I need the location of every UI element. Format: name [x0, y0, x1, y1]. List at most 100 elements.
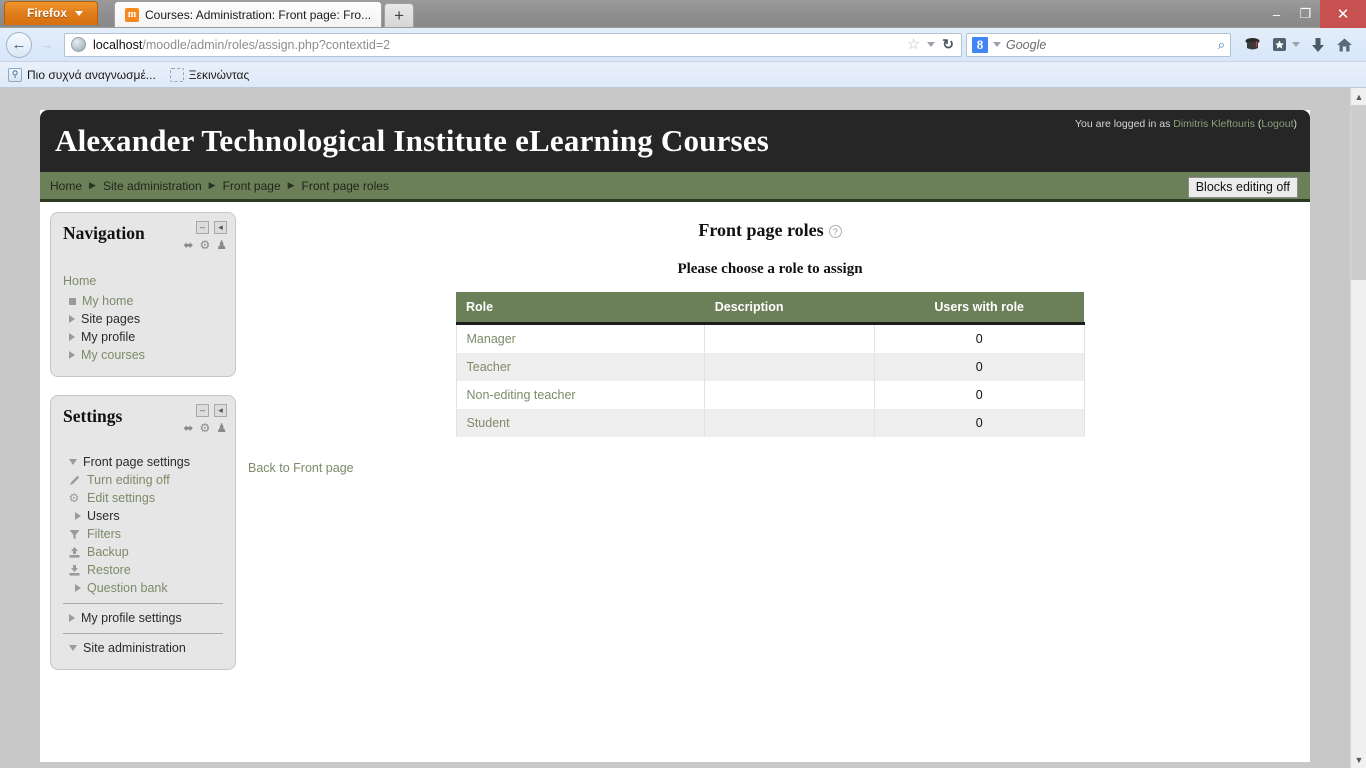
breadcrumb-item-site-administration[interactable]: Site administration [103, 179, 202, 193]
new-tab-button[interactable]: + [384, 3, 415, 27]
settings-group-front-page-settings[interactable]: Front page settings [61, 453, 225, 471]
backup-upload-icon [67, 545, 81, 559]
settings-item-turn-editing-off[interactable]: Turn editing off [61, 471, 225, 489]
collapse-triangle-icon[interactable] [69, 645, 77, 651]
settings-divider [63, 603, 223, 604]
address-bar[interactable]: localhost/moodle/admin/roles/assign.php?… [64, 32, 962, 57]
most-visited-icon: ⚲ [8, 67, 22, 82]
role-link[interactable]: Non-editing teacher [455, 381, 706, 409]
bookmark-getting-started[interactable]: Ξεκινώντας [169, 67, 250, 82]
settings-item-question-bank[interactable]: Question bank [61, 579, 225, 597]
restore-download-icon [67, 563, 81, 577]
search-input[interactable]: Google [1006, 38, 1213, 52]
firefox-menu-button[interactable]: Firefox [4, 1, 99, 25]
restore-button[interactable]: ❐ [1291, 3, 1320, 25]
chevron-down-icon[interactable] [993, 42, 1001, 47]
search-bar[interactable]: 8 Google ⌕ [966, 32, 1231, 57]
block-settings-controls-top: – ◂ [196, 404, 227, 417]
role-users-count: 0 [873, 323, 1085, 353]
settings-item-backup[interactable]: Backup [61, 543, 225, 561]
expand-triangle-icon[interactable] [69, 614, 75, 622]
nav-item-label: Site pages [81, 312, 141, 326]
search-icon[interactable]: ⌕ [1218, 37, 1225, 53]
reload-icon[interactable]: ↻ [942, 36, 954, 53]
toolbar-icon-group [1235, 36, 1360, 53]
assign-roles-icon[interactable]: ♟ [216, 239, 227, 251]
role-users-count: 0 [873, 409, 1085, 437]
bookmark-label: Ξεκινώντας [188, 67, 250, 82]
column-header-role: Role [456, 292, 705, 325]
scrollbar-thumb[interactable] [1351, 105, 1366, 280]
left-column: Navigation – ◂ ⬌ ⚙ ♟ Home My home Site p… [40, 202, 236, 688]
expand-triangle-icon[interactable] [75, 512, 81, 520]
graduation-cap-icon[interactable] [1244, 36, 1261, 53]
page-background: Alexander Technological Institute eLearn… [0, 88, 1350, 768]
moodle-favicon: m [125, 7, 140, 22]
move-icon[interactable]: ⬌ [183, 422, 193, 434]
forward-button[interactable]: → [36, 32, 58, 58]
nav-item-site-pages[interactable]: Site pages [61, 310, 225, 328]
vertical-scrollbar[interactable]: ▲ ▼ [1350, 88, 1366, 768]
scroll-up-arrow-icon[interactable]: ▲ [1351, 88, 1366, 105]
bookmarks-star-icon[interactable] [1272, 37, 1300, 53]
bookmark-label: Πιο συχνά αναγνωσμέ... [27, 67, 156, 82]
dock-icon[interactable]: ◂ [214, 221, 227, 234]
nav-item-my-home[interactable]: My home [61, 292, 225, 310]
minimize-icon[interactable]: – [196, 221, 209, 234]
nav-item-my-courses[interactable]: My courses [61, 346, 225, 364]
gear-icon[interactable]: ⚙ [199, 239, 210, 251]
expand-triangle-icon[interactable] [75, 584, 81, 592]
settings-item-restore[interactable]: Restore [61, 561, 225, 579]
move-icon[interactable]: ⬌ [183, 239, 193, 251]
logged-in-prefix: You are logged in as [1074, 118, 1171, 130]
google-search-icon[interactable]: 8 [972, 36, 988, 53]
breadcrumb-item-front-page-roles: Front page roles [301, 178, 389, 193]
settings-item-filters[interactable]: Filters [61, 525, 225, 543]
collapse-triangle-icon[interactable] [69, 459, 77, 465]
browser-tab-active[interactable]: m Courses: Administration: Front page: F… [114, 1, 383, 27]
minimize-button[interactable]: – [1262, 3, 1291, 25]
settings-item-my-profile-settings[interactable]: My profile settings [61, 609, 225, 627]
breadcrumb-item-home[interactable]: Home [50, 179, 82, 193]
settings-item-edit-settings[interactable]: ⚙ Edit settings [61, 489, 225, 507]
breadcrumb-item-front-page[interactable]: Front page [223, 179, 281, 193]
table-header-row: Role Description Users with role [456, 292, 1084, 325]
settings-item-users[interactable]: Users [61, 507, 225, 525]
gear-icon[interactable]: ⚙ [199, 422, 210, 434]
expand-triangle-icon[interactable] [69, 351, 75, 359]
blocks-editing-off-button[interactable]: Blocks editing off [1187, 177, 1298, 198]
bookmark-star-icon[interactable]: ☆ [907, 37, 920, 52]
back-to-front-page-link[interactable]: Back to Front page [248, 461, 354, 475]
nav-item-my-profile[interactable]: My profile [61, 328, 225, 346]
page-viewport: Alexander Technological Institute eLearn… [0, 88, 1366, 768]
assign-roles-icon[interactable]: ♟ [216, 422, 227, 434]
home-icon[interactable] [1336, 37, 1353, 53]
bookmark-most-visited[interactable]: ⚲ Πιο συχνά αναγνωσμέ... [8, 67, 156, 82]
help-icon[interactable]: ? [828, 225, 842, 238]
nav-item-home[interactable]: Home [61, 270, 225, 292]
roles-table: Role Description Users with role Manager… [455, 292, 1085, 437]
chevron-down-icon[interactable] [927, 42, 936, 47]
block-navigation-controls-top: – ◂ [196, 221, 227, 234]
downloads-arrow-icon[interactable] [1311, 37, 1325, 53]
scroll-down-arrow-icon[interactable]: ▼ [1351, 751, 1366, 768]
nav-item-label: My home [82, 294, 134, 308]
back-button[interactable]: ← [6, 31, 32, 58]
main-region: Front page roles ? Please choose a role … [236, 202, 1310, 475]
logout-link[interactable]: Logout [1261, 118, 1293, 130]
expand-triangle-icon[interactable] [69, 333, 75, 341]
tab-strip: m Courses: Administration: Front page: F… [114, 1, 415, 27]
dock-icon[interactable]: ◂ [214, 404, 227, 417]
settings-item-label: Turn editing off [87, 473, 170, 487]
table-row: Manager 0 [455, 323, 1085, 353]
role-link[interactable]: Student [455, 409, 706, 437]
minimize-icon[interactable]: – [196, 404, 209, 417]
chevron-down-icon[interactable] [1292, 42, 1300, 47]
expand-triangle-icon[interactable] [69, 315, 75, 323]
close-button[interactable]: ✕ [1320, 0, 1366, 28]
role-link[interactable]: Teacher [455, 353, 706, 381]
role-link[interactable]: Manager [455, 323, 706, 353]
settings-item-site-administration[interactable]: Site administration [61, 639, 225, 657]
user-profile-link[interactable]: Dimitris Kleftouris [1173, 118, 1255, 130]
role-users-count: 0 [873, 381, 1085, 409]
